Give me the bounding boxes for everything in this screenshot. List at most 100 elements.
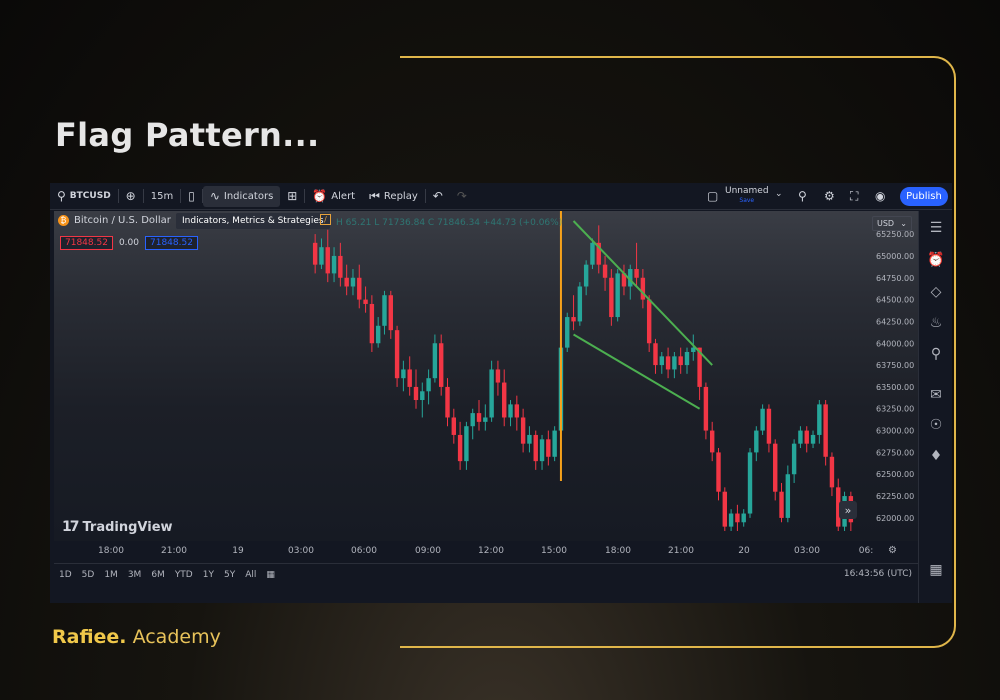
chevron-down-icon[interactable]: ⌄ [775,189,783,199]
candle-body [747,452,753,514]
alerts-icon[interactable]: ⏰ [927,251,945,269]
chat-icon[interactable]: ✉ [927,386,945,404]
candle-body [546,439,551,457]
publish-button[interactable]: Publish [900,187,948,206]
tv-logo-icon: 17 [62,519,80,535]
candle-body [773,443,778,492]
compare-button[interactable]: ⊕ [119,183,143,210]
range-button-1y[interactable]: 1Y [198,570,219,580]
time-tick-label: 18:00 [605,546,631,556]
currency-select[interactable]: USD ⌄ [872,216,912,231]
time-axis[interactable]: 18:00 21:00 19 03:00 06:00 09:00 12:00 15:00 18:… [54,541,918,563]
ideas-icon[interactable]: ⚲ [927,345,945,363]
brand-name: Rafiee. [52,626,127,648]
fullscreen-icon[interactable]: ⛶ [850,189,858,204]
currency-label: USD [877,219,895,228]
candle-body [703,386,709,431]
candle-body [565,317,570,348]
time-tick-label: 03:00 [288,546,314,556]
layout-button[interactable]: ▢ [700,183,725,210]
frame-bottom-fade [400,646,580,648]
top-toolbar: ⚲ BTCUSD ⊕ 15m ▯ ∿ Indicators ⊞ ⏰ Alert … [50,183,952,210]
time-tick-label: 21:00 [668,546,694,556]
calendar-icon[interactable]: ▦ [927,561,945,579]
alert-button[interactable]: ⏰ Alert [305,183,362,210]
replay-button[interactable]: ⏮ Replay [362,183,425,210]
range-button-all[interactable]: All [240,570,261,580]
candle-body [394,330,400,379]
range-button-5y[interactable]: 5Y [219,570,240,580]
y-tick-label: 63750.00 [876,361,914,370]
flag-trendline [572,220,713,366]
brand-suffix: Academy [126,626,221,648]
edit-icon: / [320,214,331,225]
candle-body [388,295,393,331]
time-tick-label: 09:00 [415,546,441,556]
interval-label: 15m [150,190,174,202]
candle-body [817,404,822,435]
candle-body [779,491,784,518]
candle-body [590,242,595,265]
candle-body [527,434,532,444]
candle-body [577,286,583,322]
candle-body [823,404,828,457]
candle-body [483,417,488,422]
chart-pane[interactable]: 65250.00 65000.00 64750.00 64500.00 64250.00… [54,211,918,541]
symbol-search[interactable]: ⚲ BTCUSD [50,183,118,210]
undo-button[interactable]: ↶ [426,183,450,210]
candle-body [357,277,362,300]
symbol-legend: ₿ Bitcoin / U.S. Dollar [58,215,171,226]
range-button-3m[interactable]: 3M [123,570,147,580]
layout-save-label: Save [739,197,755,204]
chevron-down-icon: ⌄ [900,219,907,228]
range-button-1d[interactable]: 1D [54,570,77,580]
time-tick-label: 03:00 [794,546,820,556]
candle-body [369,303,375,344]
quick-search-icon[interactable]: ⚲ [798,189,807,203]
sell-price-button[interactable]: 71848.52 [60,236,113,250]
settings-icon[interactable]: ⚙ [824,189,835,203]
time-tick-label: 06:00 [351,546,377,556]
notifications-icon[interactable]: ♦ [927,447,945,465]
scroll-to-realtime-button[interactable]: » [839,501,857,519]
time-tick-label: 18:00 [98,546,124,556]
indicators-icon: ∿ [209,189,220,203]
candle-body [401,369,406,379]
range-button-1m[interactable]: 1M [99,570,123,580]
date-range-icon[interactable]: ▦ [261,570,280,580]
candle-body [754,430,759,453]
time-tick-label: 21:00 [161,546,187,556]
candle-body [722,491,728,527]
y-tick-label: 64750.00 [876,274,914,283]
candle-body [312,242,318,265]
templates-button[interactable]: ⊞ [280,183,304,210]
watchlist-icon[interactable]: ☰ [927,219,945,237]
candle-body [602,264,608,278]
redo-icon: ↷ [456,189,467,203]
candle-body [432,343,438,379]
layout-name-button[interactable]: Unnamed Save [725,186,769,206]
range-button-ytd[interactable]: YTD [170,570,198,580]
hotlist-icon[interactable]: ♨ [927,314,945,332]
time-tick-label: 19 [232,546,244,556]
redo-button[interactable]: ↷ [450,183,474,210]
candle-body [609,277,614,318]
range-button-6m[interactable]: 6M [146,570,170,580]
camera-icon[interactable]: ◉ [875,189,885,203]
range-button-5d[interactable]: 5D [77,570,100,580]
chart-type-button[interactable]: ▯ [181,183,202,210]
y-tick-label: 63500.00 [876,383,914,392]
interval-button[interactable]: 15m [144,183,180,210]
axis-settings-icon[interactable]: ⚙ [888,545,897,556]
indicators-button[interactable]: ∿ Indicators [202,185,281,207]
y-tick-label: 62000.00 [876,514,914,523]
buy-price-button[interactable]: 71848.52 [145,236,198,250]
pair-label: Bitcoin / U.S. Dollar [74,215,171,226]
candle-body [785,474,791,518]
right-sidebar: ☰ ⏰ ◇ ♨ ⚲ ✉ ☉ ♦ ▦ [918,211,952,603]
layers-icon[interactable]: ◇ [927,283,945,301]
streams-icon[interactable]: ☉ [927,416,945,434]
candle-body [810,434,816,444]
candle-body [640,277,646,300]
candle-body [464,426,469,462]
